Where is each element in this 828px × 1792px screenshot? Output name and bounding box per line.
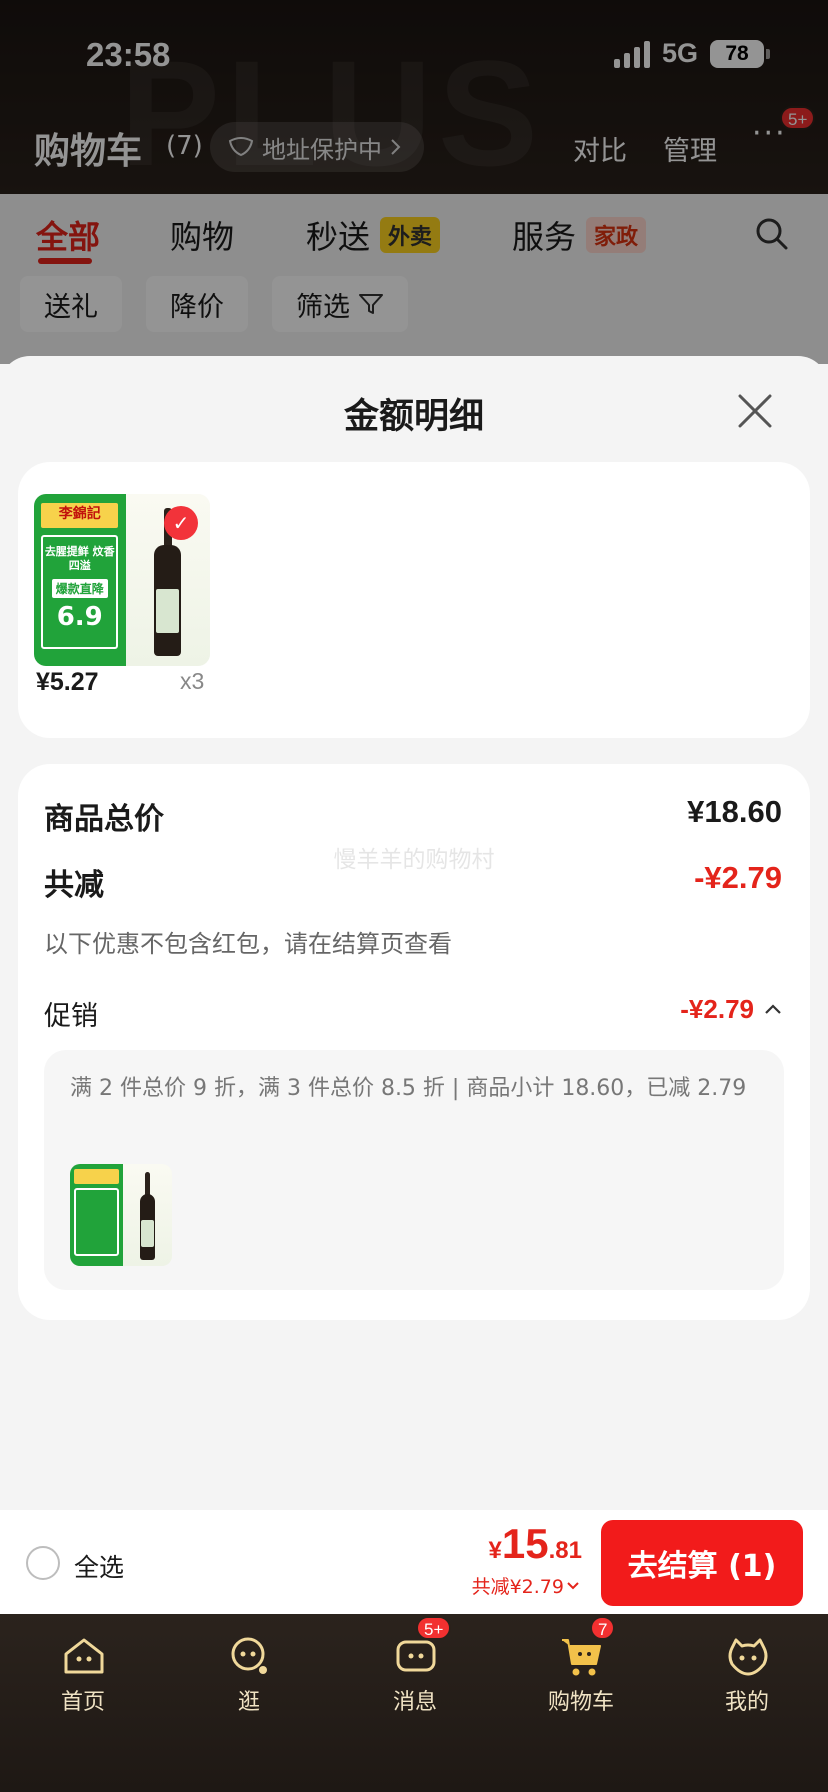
price-detail-card: 商品总价 ¥18.60 慢羊羊的购物村 共减 -¥2.79 以下优惠不包含红包，…: [18, 764, 810, 1320]
product-unit-price: ¥5.27: [36, 668, 99, 696]
goods-total-label: 商品总价: [44, 802, 164, 837]
profile-icon: [728, 1638, 768, 1676]
home-icon: [64, 1638, 104, 1674]
chevron-down-icon: [567, 1581, 579, 1589]
product-brand: 李錦記: [41, 502, 119, 529]
cart-icon: [562, 1639, 601, 1676]
browse-icon: [231, 1637, 267, 1674]
promo-value[interactable]: -¥2.79: [680, 994, 754, 1025]
promo-label: 促销: [44, 1001, 98, 1032]
checkout-bar: 全选 ¥ 15 .81 共减¥2.79 去结算 (1): [0, 1510, 828, 1614]
shop-watermark: 慢羊羊的购物村: [333, 847, 495, 873]
tabbar-messages[interactable]: 5+ 消息: [332, 1614, 498, 1724]
promo-product-thumbnail[interactable]: [70, 1164, 172, 1266]
sauce-bottle-icon: [139, 1172, 156, 1260]
select-all-label[interactable]: 全选: [74, 1548, 124, 1584]
total-discount-toggle[interactable]: 共减¥2.79: [472, 1572, 580, 1599]
discount-label: 共减: [44, 868, 104, 903]
sheet-title: 金额明细: [343, 397, 484, 437]
promo-detail-text: 满 2 件总价 9 折，满 3 件总价 8.5 折 | 商品小计 18.60，已…: [70, 1076, 747, 1101]
amount-detail-sheet: 金额明细 李錦記 去腥提鲜 炆香四溢 爆款直降 6.9 ✓ ¥5.27 x3 商…: [0, 356, 828, 1511]
tabbar-home[interactable]: 首页: [0, 1614, 166, 1724]
bottom-tab-bar: 首页 逛 5+ 消息 7 购物车 我的: [0, 1614, 828, 1792]
tabbar-cart[interactable]: 7 购物车: [498, 1614, 664, 1724]
goods-total-value: ¥18.60: [687, 794, 782, 829]
checkout-button[interactable]: 去结算 (1): [601, 1520, 803, 1606]
tabbar-profile[interactable]: 我的: [664, 1614, 828, 1724]
modal-dim-overlay[interactable]: [0, 0, 828, 364]
goods-card: 李錦記 去腥提鲜 炆香四溢 爆款直降 6.9 ✓ ¥5.27 x3: [18, 462, 810, 738]
messages-badge: 5+: [416, 1616, 452, 1640]
discount-value: -¥2.79: [694, 860, 782, 895]
product-tagline: 去腥提鲜 炆香四溢: [44, 545, 115, 573]
select-all-radio[interactable]: [26, 1546, 60, 1580]
total-price: ¥ 15 .81: [488, 1520, 582, 1567]
check-icon: ✓: [164, 506, 198, 540]
product-quantity: x3: [180, 668, 205, 694]
product-image[interactable]: 李錦記 去腥提鲜 炆香四溢 爆款直降 6.9 ✓: [34, 494, 210, 666]
product-image-price: 6.9: [56, 601, 103, 632]
chevron-up-icon[interactable]: [762, 998, 784, 1020]
cart-badge: 7: [590, 1616, 616, 1640]
tabbar-browse[interactable]: 逛: [166, 1614, 332, 1724]
discount-note: 以下优惠不包含红包，请在结算页查看: [44, 930, 452, 958]
product-promo: 爆款直降: [51, 578, 108, 598]
close-icon[interactable]: [736, 392, 774, 430]
